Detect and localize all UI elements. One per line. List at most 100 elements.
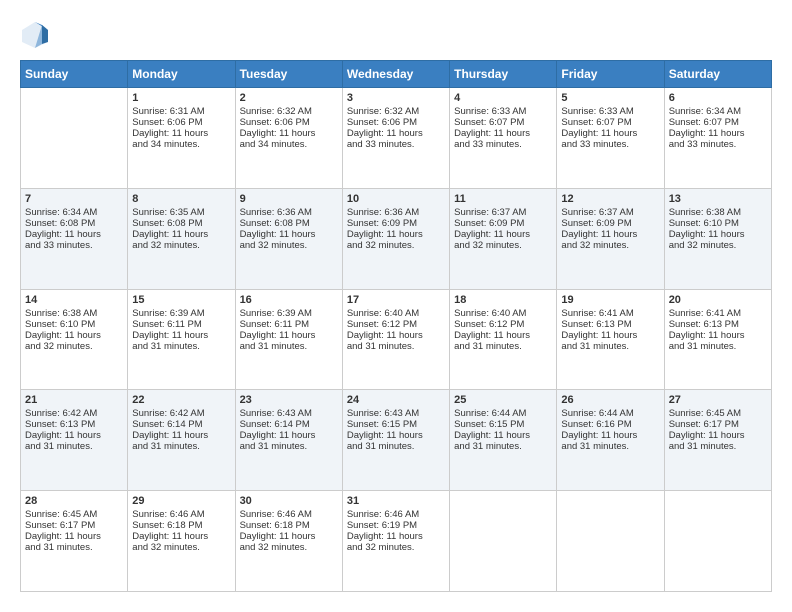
day-info-line: and 34 minutes.: [240, 139, 338, 150]
day-number: 8: [132, 193, 230, 205]
day-info-line: and 32 minutes.: [347, 542, 445, 553]
calendar-cell: [21, 88, 128, 189]
day-info-line: Sunrise: 6:40 AM: [454, 308, 552, 319]
day-info-line: and 31 minutes.: [132, 341, 230, 352]
day-info-line: and 32 minutes.: [240, 542, 338, 553]
day-info-line: Sunset: 6:07 PM: [454, 117, 552, 128]
day-info-line: Daylight: 11 hours: [669, 128, 767, 139]
day-number: 3: [347, 92, 445, 104]
day-info-line: and 32 minutes.: [669, 240, 767, 251]
day-info-line: Sunrise: 6:36 AM: [240, 207, 338, 218]
day-info-line: and 31 minutes.: [25, 441, 123, 452]
day-info-line: Daylight: 11 hours: [561, 430, 659, 441]
calendar-cell: 9Sunrise: 6:36 AMSunset: 6:08 PMDaylight…: [235, 188, 342, 289]
day-info-line: Daylight: 11 hours: [240, 229, 338, 240]
day-number: 27: [669, 394, 767, 406]
day-info-line: and 31 minutes.: [669, 441, 767, 452]
calendar-day-header: Wednesday: [342, 61, 449, 88]
day-number: 1: [132, 92, 230, 104]
day-number: 14: [25, 294, 123, 306]
calendar-cell: 31Sunrise: 6:46 AMSunset: 6:19 PMDayligh…: [342, 491, 449, 592]
day-info-line: and 31 minutes.: [132, 441, 230, 452]
calendar-cell: 2Sunrise: 6:32 AMSunset: 6:06 PMDaylight…: [235, 88, 342, 189]
day-info-line: Daylight: 11 hours: [240, 531, 338, 542]
day-info-line: Sunset: 6:15 PM: [347, 419, 445, 430]
calendar-cell: 5Sunrise: 6:33 AMSunset: 6:07 PMDaylight…: [557, 88, 664, 189]
day-number: 17: [347, 294, 445, 306]
calendar-cell: [664, 491, 771, 592]
calendar-cell: 3Sunrise: 6:32 AMSunset: 6:06 PMDaylight…: [342, 88, 449, 189]
calendar-cell: 26Sunrise: 6:44 AMSunset: 6:16 PMDayligh…: [557, 390, 664, 491]
day-number: 30: [240, 495, 338, 507]
day-info-line: Daylight: 11 hours: [25, 430, 123, 441]
calendar-cell: 8Sunrise: 6:35 AMSunset: 6:08 PMDaylight…: [128, 188, 235, 289]
day-info-line: Sunset: 6:06 PM: [347, 117, 445, 128]
day-info-line: Sunrise: 6:31 AM: [132, 106, 230, 117]
day-info-line: Sunset: 6:09 PM: [561, 218, 659, 229]
logo: [20, 20, 52, 50]
day-info-line: Daylight: 11 hours: [669, 430, 767, 441]
day-info-line: Daylight: 11 hours: [454, 128, 552, 139]
day-info-line: Sunset: 6:08 PM: [25, 218, 123, 229]
day-info-line: and 32 minutes.: [240, 240, 338, 251]
day-info-line: Sunrise: 6:45 AM: [25, 509, 123, 520]
day-info-line: Daylight: 11 hours: [454, 229, 552, 240]
day-info-line: Sunrise: 6:40 AM: [347, 308, 445, 319]
day-info-line: Sunset: 6:12 PM: [454, 319, 552, 330]
day-info-line: and 31 minutes.: [347, 341, 445, 352]
day-number: 12: [561, 193, 659, 205]
day-number: 29: [132, 495, 230, 507]
day-info-line: Sunrise: 6:32 AM: [347, 106, 445, 117]
day-info-line: Sunrise: 6:46 AM: [347, 509, 445, 520]
day-number: 7: [25, 193, 123, 205]
day-info-line: Daylight: 11 hours: [132, 229, 230, 240]
calendar-cell: 4Sunrise: 6:33 AMSunset: 6:07 PMDaylight…: [450, 88, 557, 189]
day-number: 21: [25, 394, 123, 406]
calendar-cell: 24Sunrise: 6:43 AMSunset: 6:15 PMDayligh…: [342, 390, 449, 491]
day-info-line: Daylight: 11 hours: [669, 330, 767, 341]
day-info-line: and 33 minutes.: [669, 139, 767, 150]
day-info-line: Sunrise: 6:43 AM: [240, 408, 338, 419]
calendar-day-header: Thursday: [450, 61, 557, 88]
day-info-line: Daylight: 11 hours: [347, 330, 445, 341]
day-info-line: Sunset: 6:11 PM: [240, 319, 338, 330]
day-info-line: and 34 minutes.: [132, 139, 230, 150]
day-info-line: Daylight: 11 hours: [454, 430, 552, 441]
day-info-line: Sunrise: 6:33 AM: [561, 106, 659, 117]
calendar-cell: 29Sunrise: 6:46 AMSunset: 6:18 PMDayligh…: [128, 491, 235, 592]
day-info-line: and 32 minutes.: [132, 240, 230, 251]
day-info-line: Sunset: 6:10 PM: [25, 319, 123, 330]
day-number: 18: [454, 294, 552, 306]
day-number: 13: [669, 193, 767, 205]
header: [20, 20, 772, 50]
day-info-line: Sunset: 6:16 PM: [561, 419, 659, 430]
calendar-day-header: Friday: [557, 61, 664, 88]
day-info-line: and 32 minutes.: [132, 542, 230, 553]
calendar-day-header: Monday: [128, 61, 235, 88]
day-info-line: Sunset: 6:14 PM: [132, 419, 230, 430]
day-info-line: Sunset: 6:06 PM: [132, 117, 230, 128]
day-info-line: and 32 minutes.: [454, 240, 552, 251]
calendar-day-header: Sunday: [21, 61, 128, 88]
calendar-week-row: 7Sunrise: 6:34 AMSunset: 6:08 PMDaylight…: [21, 188, 772, 289]
calendar-cell: 1Sunrise: 6:31 AMSunset: 6:06 PMDaylight…: [128, 88, 235, 189]
day-number: 5: [561, 92, 659, 104]
day-info-line: and 31 minutes.: [240, 441, 338, 452]
calendar-cell: [557, 491, 664, 592]
day-number: 10: [347, 193, 445, 205]
day-info-line: and 33 minutes.: [454, 139, 552, 150]
day-info-line: Daylight: 11 hours: [347, 229, 445, 240]
calendar-week-row: 21Sunrise: 6:42 AMSunset: 6:13 PMDayligh…: [21, 390, 772, 491]
day-info-line: Sunset: 6:07 PM: [669, 117, 767, 128]
day-info-line: Sunrise: 6:35 AM: [132, 207, 230, 218]
day-info-line: Sunrise: 6:39 AM: [240, 308, 338, 319]
day-number: 26: [561, 394, 659, 406]
day-info-line: Daylight: 11 hours: [25, 330, 123, 341]
day-number: 28: [25, 495, 123, 507]
day-info-line: Daylight: 11 hours: [132, 330, 230, 341]
day-info-line: Sunrise: 6:38 AM: [669, 207, 767, 218]
day-number: 15: [132, 294, 230, 306]
calendar-cell: 22Sunrise: 6:42 AMSunset: 6:14 PMDayligh…: [128, 390, 235, 491]
calendar-week-row: 1Sunrise: 6:31 AMSunset: 6:06 PMDaylight…: [21, 88, 772, 189]
day-info-line: Sunrise: 6:46 AM: [240, 509, 338, 520]
